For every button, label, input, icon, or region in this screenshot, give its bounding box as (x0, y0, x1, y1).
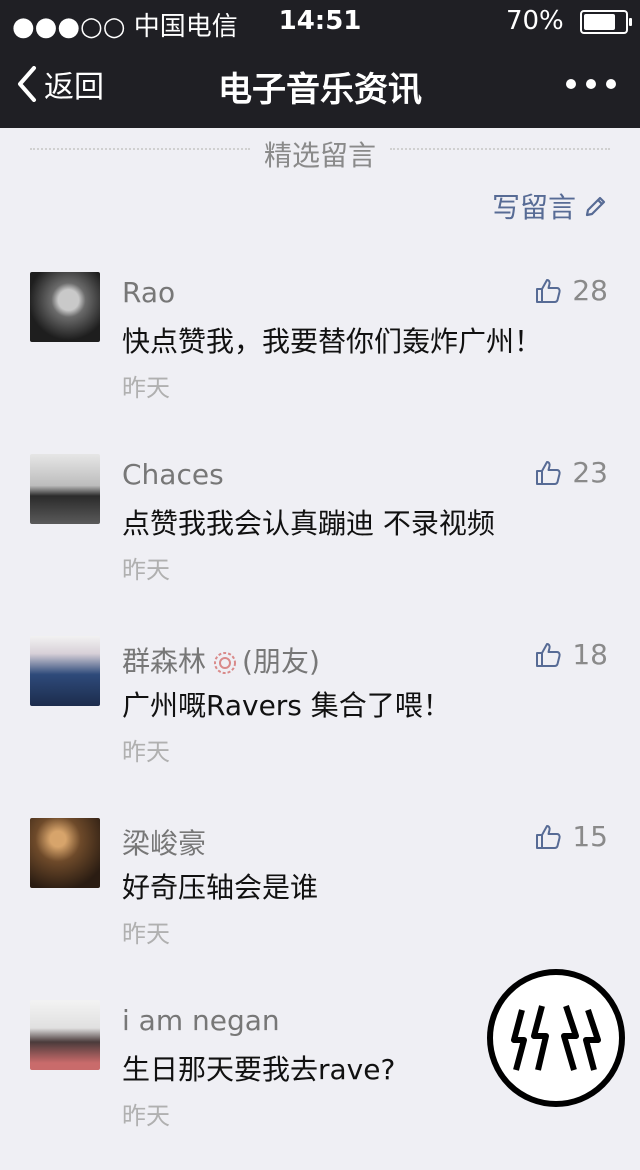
avatar[interactable] (30, 454, 100, 524)
more-icon (566, 79, 576, 89)
page-title: 电子音乐资讯 (218, 70, 422, 110)
comment-text: 广州嘅Ravers 集合了喂！ (122, 689, 451, 722)
like-count: 28 (572, 274, 608, 307)
like-button[interactable]: 18 (534, 638, 608, 671)
avatar[interactable] (30, 1000, 100, 1070)
comment-time: 昨天 (122, 920, 170, 948)
avatar[interactable] (30, 636, 100, 706)
write-comment-label: 写留言 (491, 191, 576, 224)
flower-badge-icon (214, 652, 237, 674)
pencil-icon (585, 196, 606, 217)
comment-author-name: 群森林 (122, 645, 207, 678)
like-button[interactable]: 23 (534, 456, 608, 489)
friend-tag: (朋友) (242, 645, 320, 678)
like-button[interactable]: 28 (534, 274, 608, 307)
like-count: 15 (572, 820, 608, 853)
comment-author[interactable]: 梁峻豪 (122, 822, 206, 862)
thumbs-up-icon (536, 460, 561, 485)
thumbs-up-icon (536, 278, 561, 303)
comment-author[interactable]: 群森林 (朋友) (122, 640, 320, 680)
divider-right (390, 148, 610, 150)
comment-text: 好奇压轴会是谁 (122, 871, 319, 904)
more-button[interactable] (566, 66, 616, 102)
comment-item: 群森林 (朋友) 18 广州嘅Ravers 集合了喂！ 昨天 (0, 636, 640, 806)
avatar[interactable] (30, 272, 100, 342)
comment-item: Chaces 23 点赞我我会认真蹦迪 不录视频 昨天 (0, 454, 640, 624)
section-header: 精选留言 (0, 128, 640, 172)
nav-bar: 返回 电子音乐资讯 (0, 40, 640, 128)
comment-item: Rao 28 快点赞我，我要替你们轰炸广州！ 昨天 (0, 272, 640, 442)
like-count: 23 (572, 456, 608, 489)
comment-author[interactable]: Chaces (122, 458, 224, 491)
battery-icon (580, 9, 632, 34)
comment-text: 点赞我我会认真蹦迪 不录视频 (122, 507, 495, 540)
watermark-logo (487, 969, 625, 1107)
status-bar: ●●●○○ 中国电信 14:51 70% (0, 0, 640, 42)
comment-time: 昨天 (122, 1102, 170, 1130)
comment-item: 梁峻豪 15 好奇压轴会是谁 昨天 (0, 818, 640, 988)
section-title: 精选留言 (263, 139, 376, 172)
like-count: 18 (572, 638, 608, 671)
battery-percent: 70% (505, 6, 564, 36)
thumbs-up-icon (536, 642, 561, 667)
comment-time: 昨天 (122, 556, 170, 584)
avatar[interactable] (30, 818, 100, 888)
like-button[interactable]: 15 (534, 820, 608, 853)
comment-time: 昨天 (122, 738, 170, 766)
comment-author[interactable]: i am negan (122, 1004, 280, 1037)
comment-author[interactable]: Rao (122, 276, 175, 309)
comment-time: 昨天 (122, 374, 170, 402)
write-comment-button[interactable]: 写留言 (492, 186, 608, 226)
status-right: 70% (505, 6, 632, 36)
comment-text: 快点赞我，我要替你们轰炸广州！ (122, 325, 543, 358)
comment-text: 生日那天要我去rave? (122, 1053, 396, 1086)
thumbs-up-icon (536, 824, 561, 849)
